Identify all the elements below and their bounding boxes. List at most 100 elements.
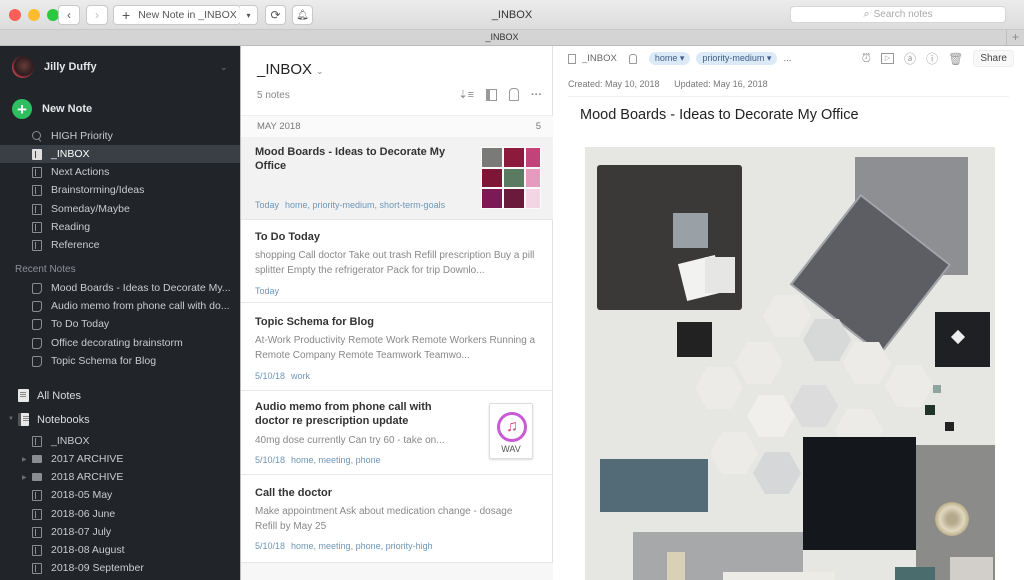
tag-filter-icon[interactable] <box>509 88 519 101</box>
notebooks-icon <box>18 413 29 426</box>
forward-button[interactable]: › <box>86 5 108 25</box>
collapse-triangle-icon[interactable]: ▼ <box>8 416 14 422</box>
search-notes-input[interactable]: ⌕ Search notes <box>790 6 1006 23</box>
note-title: Call the doctor <box>255 487 333 499</box>
notebook-icon <box>32 148 42 160</box>
recent-note-item[interactable]: Mood Boards - Ideas to Decorate My... <box>0 279 240 297</box>
sidebar-item-someday-maybe[interactable]: Someday/Maybe <box>0 200 240 218</box>
window-controls <box>9 9 59 21</box>
sort-icon[interactable]: ⇣≡ <box>458 88 474 101</box>
note-count: 5 notes <box>257 90 290 101</box>
notebook-icon <box>32 489 42 501</box>
tag-chip-home[interactable]: home ▾ <box>648 52 691 65</box>
notebook-stack-item[interactable]: 2017 ARCHIVE <box>0 450 240 468</box>
notebook-stack-item[interactable]: 2018 ARCHIVE <box>0 468 240 486</box>
new-note-dropdown-button[interactable]: ▾ <box>240 5 258 25</box>
add-tab-button[interactable]: + <box>1006 30 1024 45</box>
notebook-label: 2018-06 June <box>51 508 116 520</box>
recent-note-item[interactable]: To Do Today <box>0 315 240 333</box>
notebook-item[interactable]: 2018-09 September <box>0 559 240 577</box>
tag-label: home <box>654 53 678 63</box>
all-notes-label: All Notes <box>37 389 82 402</box>
sync-button[interactable]: ⟳ <box>265 5 286 25</box>
title-bar: ‹ › + New Note in _INBOX ▾ ⟳ 🔔︎ _INBOX ⌕… <box>0 0 1024 30</box>
mood-board-photo[interactable] <box>585 147 995 580</box>
account-switcher[interactable]: Jilly Duffy <box>12 56 97 78</box>
notebook-item[interactable]: _INBOX <box>0 432 240 450</box>
plus-icon: + <box>1011 30 1019 44</box>
editor-toolbar: ⏰︎ ▷ ⓐ ⓘ 🗑︎ Share <box>862 50 1014 67</box>
divider <box>568 96 1009 97</box>
note-notebook-link[interactable]: _INBOX <box>582 53 617 64</box>
note-meta: Today home, priority-medium, short-term-g… <box>255 200 445 210</box>
notebook-item[interactable]: 2018-05 May <box>0 486 240 504</box>
recent-note-item[interactable]: Office decorating brainstorm <box>0 334 240 352</box>
note-card[interactable]: Audio memo from phone call with doctor r… <box>241 391 553 475</box>
chevron-down-icon: ▾ <box>246 10 251 20</box>
notebook-icon <box>32 221 42 233</box>
notebook-label: 2017 ARCHIVE <box>51 453 124 465</box>
note-card[interactable]: Mood Boards - Ideas to Decorate My Offic… <box>241 137 553 220</box>
more-tags-indicator[interactable]: ... <box>783 53 791 64</box>
note-tags: home, meeting, phone, priority-high <box>291 541 433 551</box>
tag-icon[interactable] <box>628 53 637 64</box>
sidebar-item-high-priority[interactable]: HIGH Priority <box>0 127 240 145</box>
note-card[interactable]: To Do Today shopping Call doctor Take ou… <box>241 220 553 303</box>
sidebar-item-next-actions[interactable]: Next Actions <box>0 163 240 181</box>
sidebar-item-brainstorming[interactable]: Brainstorming/Ideas <box>0 181 240 199</box>
trash-icon[interactable]: 🗑︎ <box>948 52 963 66</box>
note-snippet: shopping Call doctor Take out trash Refi… <box>255 250 535 276</box>
share-button[interactable]: Share <box>973 50 1014 67</box>
note-icon <box>32 318 42 330</box>
notebook-icon <box>568 53 576 64</box>
recent-note-item[interactable]: Audio memo from phone call with do... <box>0 297 240 315</box>
notebook-title[interactable]: _INBOX ⌄ <box>257 61 324 78</box>
plus-icon: + <box>12 99 32 119</box>
note-editor: _INBOX home ▾ priority-medium ▾ ... ⏰︎ ▷… <box>553 46 1024 580</box>
note-meta: 5/10/18 home, meeting, phone, priority-hi… <box>255 541 433 551</box>
chevron-down-icon[interactable]: ⌄ <box>220 62 228 73</box>
new-note-in-notebook-button[interactable]: + New Note in _INBOX <box>113 5 241 25</box>
created-date: Created: May 10, 2018 <box>568 79 660 89</box>
mention-icon[interactable]: ⓐ <box>904 50 916 67</box>
sidebar-item-notebooks[interactable]: Notebooks <box>18 413 90 426</box>
sidebar-item-all-notes[interactable]: All Notes <box>18 389 81 402</box>
note-snippet: At-Work Productivity Remote Work Remote … <box>255 335 536 361</box>
recent-note-label: Mood Boards - Ideas to Decorate My... <box>51 282 231 294</box>
note-card[interactable]: Topic Schema for Blog At-Work Productivi… <box>241 303 553 391</box>
close-window-button[interactable] <box>9 9 21 21</box>
notebook-item[interactable]: 2018-06 June <box>0 505 240 523</box>
sidebar-item-inbox[interactable]: _INBOX <box>0 145 240 163</box>
notifications-button[interactable]: 🔔︎ <box>292 5 313 25</box>
new-note-label: New Note <box>42 103 93 115</box>
note-title: Topic Schema for Blog <box>255 316 374 328</box>
notebook-icon <box>32 562 42 574</box>
notebook-title-text: _INBOX <box>257 61 313 78</box>
minimize-window-button[interactable] <box>28 9 40 21</box>
note-card[interactable]: Call the doctor Make appointment Ask abo… <box>241 475 553 563</box>
new-note-button[interactable]: + New Note <box>12 99 92 119</box>
presentation-icon[interactable]: ▷ <box>881 53 895 64</box>
back-button[interactable]: ‹ <box>58 5 80 25</box>
view-options-icon[interactable] <box>486 88 497 101</box>
note-dates: Created: May 10, 2018 Updated: May 16, 2… <box>568 79 768 89</box>
sidebar-item-reference[interactable]: Reference <box>0 236 240 254</box>
chevron-down-icon: ⌄ <box>316 66 324 76</box>
sidebar-item-reading[interactable]: Reading <box>0 218 240 236</box>
more-icon[interactable]: ··· <box>531 89 542 101</box>
bell-icon: 🔔︎ <box>296 9 309 21</box>
tag-chip-priority-medium[interactable]: priority-medium ▾ <box>696 52 778 65</box>
new-note-label: New Note in _INBOX <box>138 9 237 21</box>
reminder-icon[interactable]: ⏰︎ <box>862 51 871 66</box>
note-title: Mood Boards - Ideas to Decorate My Offic… <box>255 146 446 172</box>
notebook-item[interactable]: 2018-07 July <box>0 523 240 541</box>
recent-note-item[interactable]: Topic Schema for Blog <box>0 352 240 370</box>
info-icon[interactable]: ⓘ <box>926 50 938 67</box>
recent-note-label: Audio memo from phone call with do... <box>51 300 230 312</box>
note-title-field[interactable]: Mood Boards - Ideas to Decorate My Offic… <box>580 107 859 123</box>
notebook-item[interactable]: 2018-08 August <box>0 541 240 559</box>
tab-inbox[interactable]: _INBOX <box>0 32 1004 42</box>
sidebar-item-label: Brainstorming/Ideas <box>51 184 145 196</box>
notebook-icon <box>32 166 42 178</box>
sidebar-item-label: Reference <box>51 239 100 251</box>
